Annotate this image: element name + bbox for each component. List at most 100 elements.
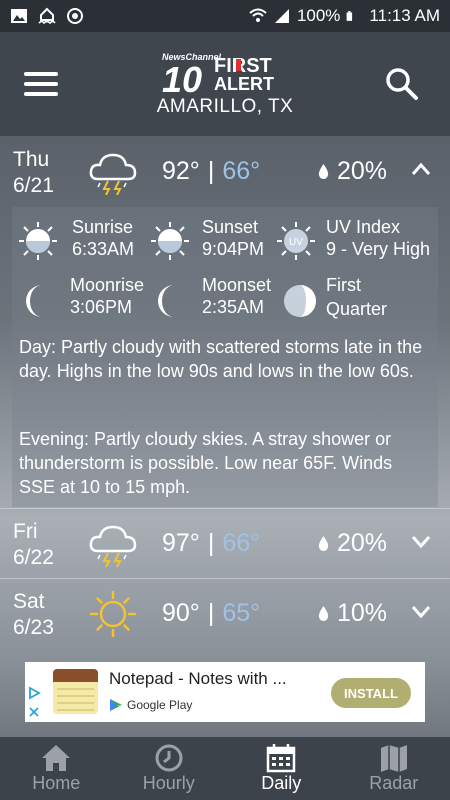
city-name: AMARILLO, TX	[156, 96, 294, 117]
google-play-label: Google Play	[127, 698, 193, 712]
temperatures: 92° | 66°	[162, 157, 260, 186]
logo-red-mark	[236, 59, 241, 71]
sunrise-item: Sunrise 6:33AM	[18, 215, 148, 265]
sunset-time: 9:04PM	[202, 239, 265, 259]
precip-chance: 10%	[318, 599, 387, 628]
clock-icon	[155, 744, 183, 772]
raindrop-icon	[318, 164, 329, 179]
nav-radar-label: Radar	[369, 773, 419, 793]
google-play-badge: Google Play	[109, 698, 192, 712]
flood-alert-icon	[38, 7, 56, 25]
notepad-icon	[53, 669, 98, 714]
wifi-icon	[249, 8, 267, 22]
logo-number: 10	[162, 59, 202, 98]
nav-hourly-label: Hourly	[142, 773, 195, 793]
menu-icon-bar	[24, 82, 58, 86]
menu-button[interactable]	[24, 72, 60, 98]
moonrise-label: Moonrise	[70, 275, 145, 295]
cloud-lightning-icon	[89, 153, 137, 195]
nav-hourly[interactable]: Hourly	[113, 737, 226, 800]
battery-percent: 100%	[296, 6, 341, 25]
precip-chance: 20%	[318, 157, 387, 186]
raindrop-icon	[318, 606, 329, 621]
logo-alert-text: ALERT	[214, 74, 274, 94]
moon-crescent-icon	[26, 285, 42, 317]
moonrise-time: 3:06PM	[70, 297, 133, 317]
temperatures: 97° | 66°	[162, 529, 260, 558]
uv-icon: UV	[277, 222, 315, 260]
menu-icon	[24, 72, 58, 76]
signal-icon	[274, 9, 289, 23]
moon-crescent-icon	[158, 285, 174, 317]
day-name: Thu	[13, 148, 50, 171]
chevron-up-icon[interactable]	[410, 161, 432, 177]
moonset-item: Moonset 2:35AM	[150, 273, 280, 323]
day-row-sat[interactable]: Sat 6/23 90° | 65° 10%	[0, 578, 450, 648]
high-temp: 97°	[162, 529, 200, 557]
moonset-time: 2:35AM	[202, 297, 265, 317]
moonrise-item: Moonrise 3:06PM	[18, 273, 148, 323]
low-temp: 65°	[222, 599, 261, 627]
day-name: Sat	[13, 590, 45, 613]
status-bar: 100% 11:13 AM	[0, 0, 450, 32]
nav-home-label: Home	[32, 773, 81, 793]
day-row-fri[interactable]: Fri 6/22 97° | 66° 20%	[0, 508, 450, 578]
image-icon	[11, 9, 27, 23]
search-button[interactable]	[384, 66, 420, 102]
install-button[interactable]: INSTALL	[331, 678, 411, 708]
map-icon	[380, 745, 407, 772]
moonset-label: Moonset	[202, 275, 272, 295]
high-temp: 92°	[162, 157, 200, 185]
precip-value: 20%	[337, 529, 388, 557]
clock: 11:13 AM	[369, 6, 440, 25]
day-date: 6/22	[13, 546, 54, 569]
low-temp: 66°	[222, 529, 261, 557]
ad-banner[interactable]: Notepad - Notes with ... Google Play INS…	[25, 662, 425, 722]
nav-daily[interactable]: Daily	[225, 737, 338, 800]
adchoices-icon[interactable]	[28, 684, 42, 718]
precip-chance: 20%	[318, 529, 387, 558]
ad-app-title: Notepad - Notes with ...	[109, 669, 287, 688]
google-play-icon	[110, 699, 122, 711]
sunrise-time: 6:33AM	[72, 239, 135, 259]
notepad-app-icon	[53, 669, 98, 714]
search-icon	[386, 68, 418, 100]
sunset-item: Sunset 9:04PM	[150, 215, 280, 265]
moon-phase-item: First Quarter	[282, 273, 432, 329]
temp-separator: |	[207, 599, 215, 627]
day-name: Fri	[13, 520, 38, 543]
sun-icon	[89, 591, 137, 637]
home-icon	[42, 745, 71, 771]
temp-separator: |	[207, 157, 215, 185]
day-forecast-text: Day: Partly cloudy with scattered storms…	[19, 337, 423, 381]
cloud-lightning-icon	[89, 525, 137, 567]
day-details-panel: Sunrise 6:33AM Sunset 9:04PM UV UV Index…	[12, 207, 438, 507]
nav-home[interactable]: Home	[0, 737, 113, 800]
low-temp: 66°	[222, 157, 261, 185]
raindrop-icon	[318, 536, 329, 551]
chevron-down-icon[interactable]	[410, 603, 432, 619]
day-date: 6/21	[13, 174, 54, 197]
bottom-nav: Home Hourly Daily Radar	[0, 737, 450, 800]
uv-label: UV Index	[326, 217, 401, 237]
nav-radar[interactable]: Radar	[338, 737, 450, 800]
nav-daily-label: Daily	[261, 773, 302, 793]
station-logo: NewsChannel 10 FIRST ALERT	[162, 52, 274, 98]
precip-value: 10%	[337, 599, 388, 627]
evening-forecast-text: Evening: Partly cloudy skies. A stray sh…	[19, 429, 393, 497]
sunset-icon	[151, 222, 189, 260]
calendar-icon	[267, 744, 296, 773]
sunset-label: Sunset	[202, 217, 259, 237]
temperatures: 90° | 65°	[162, 599, 260, 628]
uv-value: 9 - Very High	[326, 239, 431, 259]
sunrise-label: Sunrise	[72, 217, 134, 237]
day-row-thu[interactable]: Thu 6/21 92° | 66° 20%	[0, 137, 450, 207]
uv-icon-text: UV	[289, 237, 303, 248]
uv-index-item: UV UV Index 9 - Very High	[276, 215, 436, 265]
chevron-down-icon[interactable]	[410, 533, 432, 549]
day-date: 6/23	[13, 616, 54, 639]
app-header: NewsChannel 10 FIRST ALERT AMARILLO, TX	[0, 32, 450, 136]
moon-phase-line1: First	[326, 275, 361, 295]
high-temp: 90°	[162, 599, 200, 627]
precip-value: 20%	[337, 157, 388, 185]
